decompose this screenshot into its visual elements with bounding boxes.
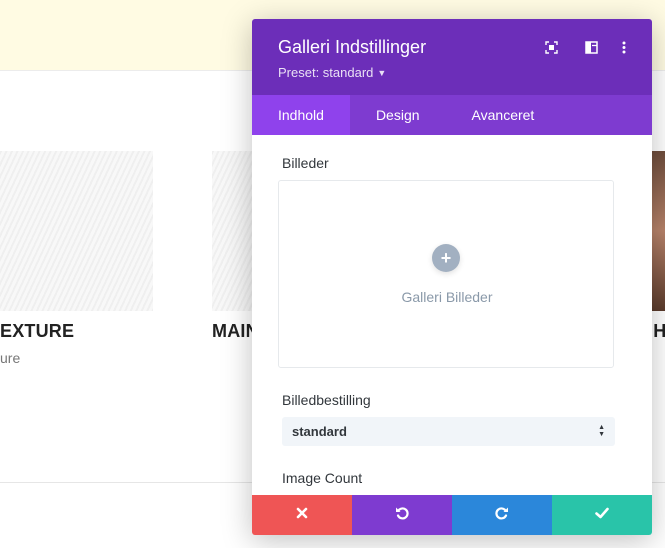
redo-icon [494,505,510,526]
modal-footer [252,495,652,535]
gallery-item-subtitle: ure [0,350,21,366]
save-button[interactable] [552,495,652,535]
tab-content[interactable]: Indhold [252,95,350,135]
undo-icon [394,505,410,526]
modal-title: Galleri Indstillinger [278,37,427,57]
gallery-settings-modal: Galleri Indstillinger Preset: standard ▼ [252,19,652,535]
more-vertical-icon[interactable] [616,39,632,55]
page: EXTURE MAIN IH ure Galleri Indstillinger… [0,0,665,548]
image-order-select[interactable]: standard ▲ ▼ [282,417,615,446]
fullscreen-icon[interactable] [543,39,559,55]
add-image-icon[interactable]: + [432,244,460,272]
gallery-thumbnail[interactable] [650,151,665,311]
image-order-value: standard [292,424,347,439]
caret-down-icon: ▼ [377,67,387,78]
preset-selector[interactable]: Preset: standard ▼ [278,65,386,80]
undo-button[interactable] [352,495,452,535]
gallery-item-title: EXTURE [0,321,75,341]
settings-body[interactable]: Billeder + Galleri Billeder Billedbestil… [252,135,652,495]
gallery-images-upload[interactable]: + Galleri Billeder [278,180,614,368]
close-icon [296,506,308,524]
preset-label: Preset: standard [278,65,374,80]
tab-advanced[interactable]: Avanceret [446,95,561,135]
gallery-images-placeholder: Galleri Billeder [401,289,493,305]
split-layout-icon[interactable] [583,39,599,55]
check-icon [595,506,609,524]
gallery-thumbnail[interactable] [0,151,153,311]
cancel-button[interactable] [252,495,352,535]
tab-design[interactable]: Design [350,95,446,135]
modal-header[interactable]: Galleri Indstillinger Preset: standard ▼ [252,19,652,95]
redo-button[interactable] [452,495,552,535]
images-label: Billeder [282,155,329,171]
image-order-label: Billedbestilling [282,392,371,408]
select-arrows-icon: ▲ ▼ [598,424,605,438]
settings-tabs: Indhold Design Avanceret [252,95,652,135]
image-count-label: Image Count [282,470,363,486]
